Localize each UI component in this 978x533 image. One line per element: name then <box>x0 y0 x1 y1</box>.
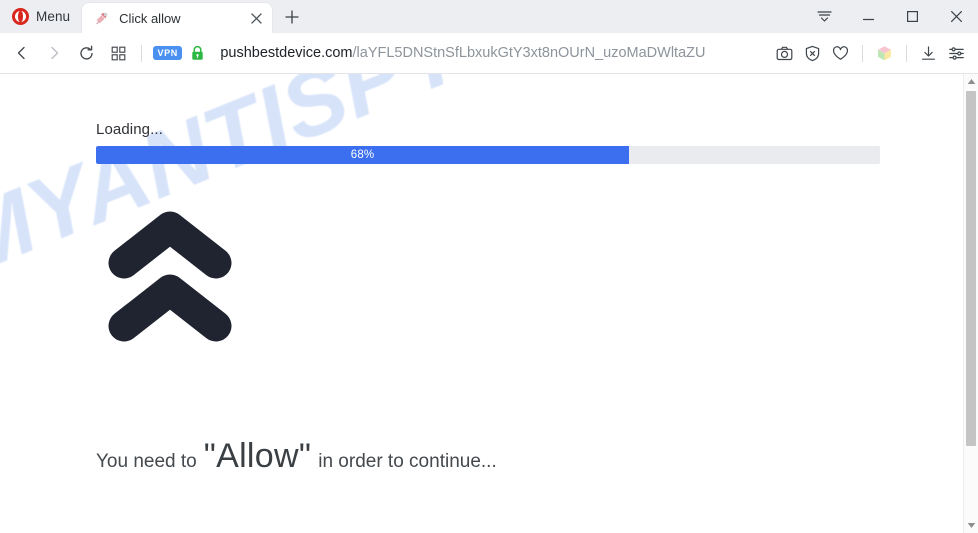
browser-tab[interactable]: Click allow <box>82 3 273 33</box>
tab-title: Click allow <box>119 10 181 26</box>
snapshot-camera-icon[interactable] <box>771 39 798 67</box>
window-controls <box>802 0 978 33</box>
address-toolbar: VPN pushbestdevice.com/laYFL5DNStnSfLbxu… <box>0 33 978 74</box>
close-button[interactable] <box>934 0 978 33</box>
url-host: pushbestdevice.com <box>220 45 353 61</box>
downloads-icon[interactable] <box>915 39 942 67</box>
opera-browser-window: Menu Click allow VPN pushbestdevice.com/… <box>0 0 978 533</box>
vpn-badge[interactable]: VPN <box>153 46 183 60</box>
new-tab-button[interactable] <box>278 3 306 31</box>
tab-strip: Menu Click allow <box>0 0 978 33</box>
web-page-content: MYANTISPYWARE.COM Loading... 68% <box>0 74 963 533</box>
toolbar-divider <box>141 44 142 62</box>
scroll-up-arrow-icon[interactable] <box>964 74 978 89</box>
minimize-button[interactable] <box>846 0 890 33</box>
scrollbar-thumb[interactable] <box>966 91 976 446</box>
tab-list-button[interactable] <box>802 0 846 33</box>
allow-prompt-text: You need to "Allow" in order to continue… <box>96 437 963 476</box>
toolbar-divider <box>862 44 863 62</box>
vertical-scrollbar[interactable] <box>963 74 978 533</box>
easy-setup-sliders-icon[interactable] <box>943 39 970 67</box>
prompt-suffix: in order to continue... <box>318 451 497 472</box>
page-favicon <box>94 10 110 26</box>
loading-progress-bar: 68% <box>96 146 880 164</box>
extensions-cube-icon[interactable] <box>871 39 898 67</box>
heart-favorites-icon[interactable] <box>827 39 854 67</box>
prompt-emphasis: "Allow" <box>203 437 312 475</box>
address-bar-url[interactable]: pushbestdevice.com/laYFL5DNStnSfLbxukGtY… <box>220 45 771 61</box>
scrollbar-track[interactable] <box>964 89 978 518</box>
menu-button-label: Menu <box>36 9 71 24</box>
scam-page-body: Loading... 68% You need to "Allow" in or… <box>96 74 963 476</box>
double-chevron-up-icon <box>104 209 236 349</box>
progress-bar-fill: 68% <box>96 146 630 164</box>
back-button[interactable] <box>6 37 38 69</box>
loading-label: Loading... <box>96 121 163 138</box>
opera-logo-icon <box>12 8 29 25</box>
toolbar-actions <box>771 39 970 67</box>
toolbar-divider <box>906 44 907 62</box>
page-viewport: MYANTISPYWARE.COM Loading... 68% <box>0 74 978 533</box>
ad-blocker-shield-icon[interactable] <box>799 39 826 67</box>
reload-button[interactable] <box>70 37 102 69</box>
tab-close-icon[interactable] <box>246 8 266 28</box>
maximize-button[interactable] <box>890 0 934 33</box>
speed-dial-tiles-button[interactable] <box>102 37 134 69</box>
opera-menu-button[interactable]: Menu <box>0 0 80 33</box>
scroll-down-arrow-icon[interactable] <box>964 518 978 533</box>
progress-percent-label: 68% <box>350 149 375 161</box>
forward-button[interactable] <box>38 37 70 69</box>
padlock-secure-icon[interactable] <box>190 45 205 61</box>
prompt-prefix: You need to <box>96 451 197 472</box>
url-path: /laYFL5DNStnSfLbxukGtY3xt8nOUrN_uzoMaDWl… <box>352 45 706 61</box>
